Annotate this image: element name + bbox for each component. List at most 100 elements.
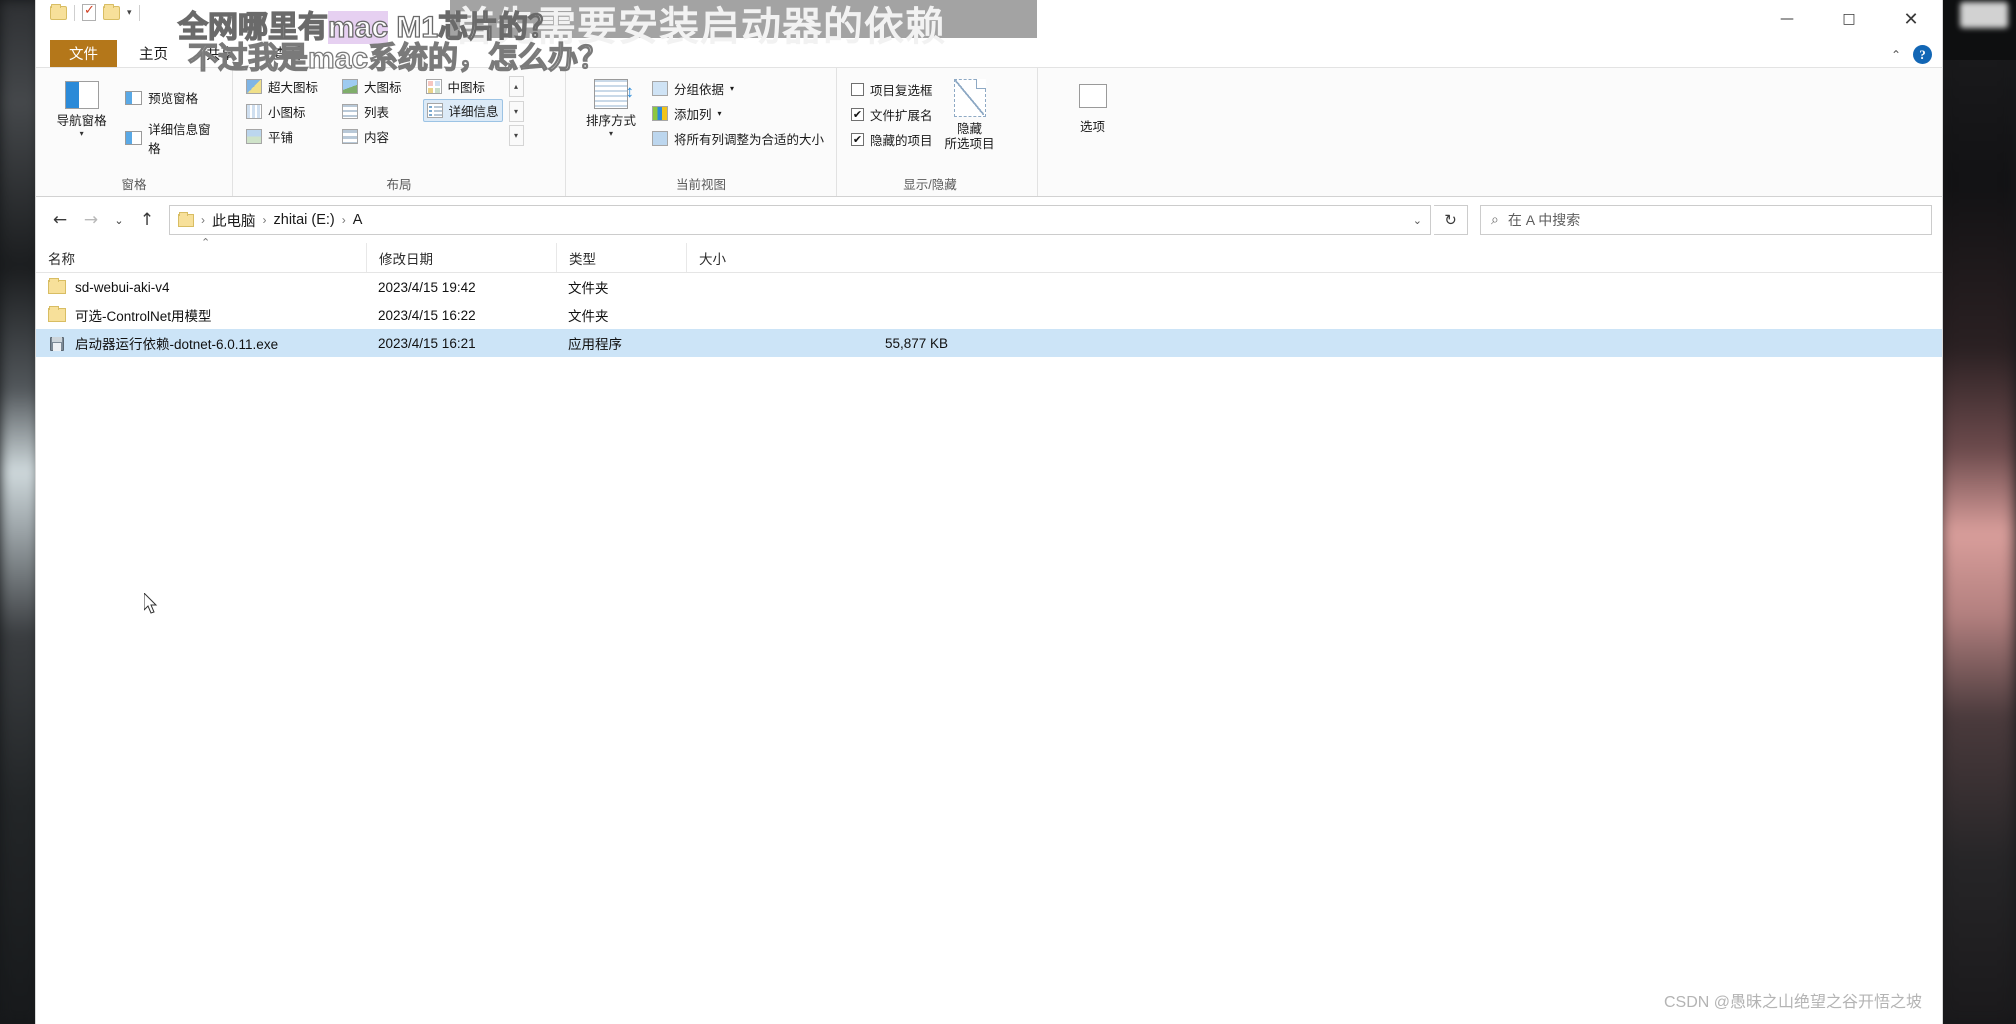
layout-large-icons[interactable]: 大图标 <box>339 74 405 99</box>
quick-access-dropdown-icon[interactable]: ▾ <box>127 8 132 17</box>
list-icon <box>342 104 359 119</box>
file-extensions-label: 文件扩展名 <box>870 109 933 123</box>
add-columns-dropdown-icon[interactable]: ▾ <box>718 109 722 118</box>
backdrop-right-badge <box>1960 2 2008 28</box>
file-extensions-option[interactable]: ✔ 文件扩展名 <box>851 102 933 127</box>
breadcrumb-separator: › <box>201 213 205 227</box>
ribbon: 导航窗格 ▾ 预览窗格 详细信息窗格 窗格 超大图标 大图标 中图标 小图标 列… <box>36 67 1942 197</box>
table-row[interactable]: 可选-ControlNet用模型 2023/4/15 16:22 文件夹 <box>36 301 1942 329</box>
help-icon[interactable]: ? <box>1913 45 1932 64</box>
breadcrumb[interactable]: › 此电脑 › zhitai (E:) › A ⌄ <box>169 205 1431 235</box>
column-header-size[interactable]: 大小 <box>686 243 956 272</box>
search-icon: ⌕ <box>1491 212 1499 228</box>
file-size-cell: 55,877 KB <box>884 335 948 351</box>
layout-label: 大图标 <box>364 81 402 95</box>
address-bar: ← → ⌄ ↑ › 此电脑 › zhitai (E:) › A ⌄ ↻ ⌕ 在 … <box>36 197 1942 243</box>
column-header-name[interactable]: ⌃ 名称 <box>36 237 366 272</box>
layout-extra-large-icons[interactable]: 超大图标 <box>243 74 321 99</box>
navigation-pane-label: 导航窗格 <box>56 114 107 128</box>
add-columns-label: 添加列 <box>674 108 712 122</box>
layout-small-icons[interactable]: 小图标 <box>243 99 321 124</box>
file-name: 启动器运行依赖-dotnet-6.0.11.exe <box>75 337 279 352</box>
search-box[interactable]: ⌕ 在 A 中搜索 <box>1480 205 1932 235</box>
tab-home[interactable]: 主页 <box>120 40 187 67</box>
minimize-button[interactable]: — <box>1756 0 1818 38</box>
file-explorer-window: ▾ — □ ✕ 文件 主页 共享 查看 ⌃ ? 导航窗格 ▾ <box>36 0 1942 1024</box>
details-pane-button[interactable]: 详细信息窗格 <box>125 123 222 156</box>
layout-label: 小图标 <box>268 106 306 120</box>
ribbon-group-options-label <box>1038 175 1147 196</box>
hidden-items-option[interactable]: ✔ 隐藏的项目 <box>851 127 933 152</box>
sort-by-dropdown-icon[interactable]: ▾ <box>609 129 613 138</box>
breadcrumb-item-this-pc[interactable]: 此电脑 <box>212 210 256 231</box>
forward-button[interactable]: → <box>77 206 105 234</box>
column-header-type[interactable]: 类型 <box>556 243 686 272</box>
file-type-cell: 文件夹 <box>568 281 609 296</box>
sort-by-label: 排序方式 <box>585 114 636 128</box>
sort-indicator-icon: ⌃ <box>201 237 211 249</box>
breadcrumb-dropdown-icon[interactable]: ⌄ <box>1413 214 1422 227</box>
layout-label: 平铺 <box>268 131 294 145</box>
item-checkboxes-checkbox[interactable] <box>851 83 864 96</box>
breadcrumb-item-drive[interactable]: zhitai (E:) <box>274 212 335 228</box>
recent-locations-button[interactable]: ⌄ <box>108 206 130 234</box>
file-extensions-checkbox[interactable]: ✔ <box>851 108 864 121</box>
navigation-pane-button[interactable]: 导航窗格 ▾ <box>46 77 117 138</box>
navigation-pane-dropdown-icon[interactable]: ▾ <box>80 129 84 138</box>
layout-list[interactable]: 列表 <box>339 99 405 124</box>
tab-share[interactable]: 共享 <box>187 40 254 67</box>
layout-scroll-down-button[interactable]: ▾ <box>508 100 524 122</box>
up-button[interactable]: ↑ <box>133 206 161 234</box>
back-button[interactable]: ← <box>46 206 74 234</box>
title-bar: ▾ — □ ✕ <box>36 0 1942 38</box>
layout-scroll-up-button[interactable]: ▴ <box>508 76 524 97</box>
large-icons-icon <box>342 79 359 94</box>
qat-divider-2 <box>138 4 140 21</box>
collapse-ribbon-icon[interactable]: ⌃ <box>1891 48 1901 62</box>
close-button[interactable]: ✕ <box>1880 0 1942 38</box>
column-header-date[interactable]: 修改日期 <box>366 243 556 272</box>
table-row[interactable]: sd-webui-aki-v4 2023/4/15 19:42 文件夹 <box>36 273 1942 301</box>
sort-by-icon <box>594 79 634 109</box>
extra-large-icons-icon <box>246 79 262 94</box>
breadcrumb-folder-icon[interactable] <box>178 211 194 227</box>
file-name: 可选-ControlNet用模型 <box>75 309 212 324</box>
layout-medium-icons[interactable]: 中图标 <box>423 74 503 99</box>
preview-pane-button[interactable]: 预览窗格 <box>125 85 222 110</box>
column-header-type-label: 类型 <box>569 251 596 267</box>
layout-expand-button[interactable]: ▾ <box>508 125 524 146</box>
quick-access-new-folder-icon[interactable] <box>103 3 120 20</box>
maximize-button[interactable]: □ <box>1818 0 1880 38</box>
group-by-dropdown-icon[interactable]: ▾ <box>730 84 734 93</box>
ribbon-group-show-hide: 项目复选框 ✔ 文件扩展名 ✔ 隐藏的项目 隐藏 所选项目 显示/隐藏 <box>836 68 1037 196</box>
add-columns-button[interactable]: 添加列 ▾ <box>652 101 824 126</box>
breadcrumb-item-folder[interactable]: A <box>353 212 363 228</box>
tab-file[interactable]: 文件 <box>50 40 117 67</box>
options-button[interactable]: 选项 <box>1060 80 1126 134</box>
hide-selected-items-button[interactable]: 隐藏 所选项目 <box>933 77 1007 152</box>
item-checkboxes-option[interactable]: 项目复选框 <box>851 77 933 102</box>
hidden-items-checkbox[interactable]: ✔ <box>851 133 864 146</box>
layout-details[interactable]: 详细信息 <box>422 99 503 122</box>
size-all-columns-button[interactable]: 将所有列调整为合适的大小 <box>652 126 824 151</box>
ribbon-group-options: 选项 <box>1037 68 1147 196</box>
hide-selected-items-icon <box>953 79 986 117</box>
group-by-label: 分组依据 <box>674 83 725 97</box>
tab-view[interactable]: 查看 <box>254 40 321 67</box>
content-icon <box>342 129 359 144</box>
group-by-button[interactable]: 分组依据 ▾ <box>652 76 824 101</box>
table-row[interactable]: 启动器运行依赖-dotnet-6.0.11.exe 2023/4/15 16:2… <box>36 329 1942 357</box>
ribbon-group-show-hide-label: 显示/隐藏 <box>903 178 957 192</box>
breadcrumb-separator: › <box>341 213 346 227</box>
layout-tiles[interactable]: 平铺 <box>243 124 321 149</box>
search-input[interactable]: 在 A 中搜索 <box>1508 210 1580 230</box>
sort-by-button[interactable]: 排序方式 ▾ <box>576 75 646 138</box>
quick-access-folder-icon[interactable] <box>50 3 67 20</box>
installer-icon <box>48 335 66 352</box>
hide-selected-line2: 所选项目 <box>944 137 995 152</box>
details-pane-label: 详细信息窗格 <box>148 122 211 156</box>
window-controls: — □ ✕ <box>1756 0 1942 38</box>
refresh-button[interactable]: ↻ <box>1434 205 1468 235</box>
quick-access-properties-icon[interactable] <box>82 3 96 21</box>
layout-content[interactable]: 内容 <box>339 124 405 149</box>
